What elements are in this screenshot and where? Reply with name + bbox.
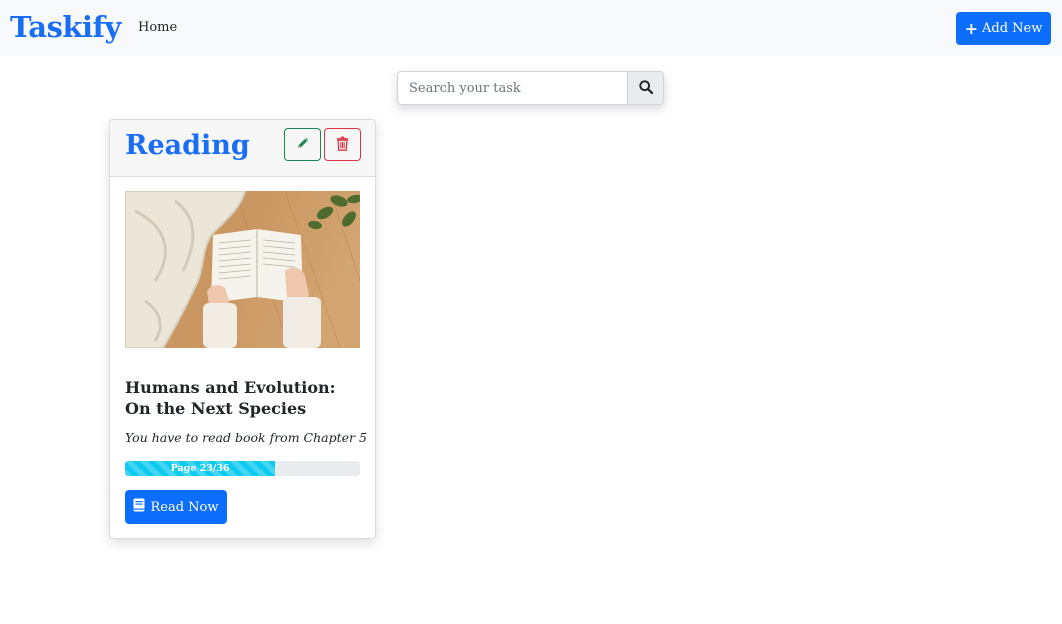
search-input[interactable] — [397, 71, 627, 105]
book-photo — [125, 191, 360, 348]
navbar: Taskify Home + Add New — [0, 0, 1062, 56]
task-card: Reading Humans and Evolution: On the Nex… — [109, 119, 376, 539]
task-description: You have to read book from Chapter 5 — [125, 430, 367, 445]
nav-link-home[interactable]: Home — [138, 19, 177, 37]
book-title: Humans and Evolution: On the Next Specie… — [125, 378, 336, 418]
search-button[interactable] — [627, 71, 664, 105]
trash-icon — [336, 136, 349, 154]
card-category-title: Reading — [125, 130, 250, 161]
progress-bar-fill: Page 23/36 — [125, 461, 276, 476]
pencil-icon — [296, 136, 310, 153]
progress-label: Page 23/36 — [170, 463, 230, 474]
read-now-button[interactable]: Read Now — [125, 490, 227, 524]
reading-progress: Page 23/36 — [125, 461, 360, 476]
book-icon — [133, 498, 145, 516]
edit-button[interactable] — [284, 128, 321, 161]
read-now-label: Read Now — [150, 499, 219, 515]
plus-icon: + — [964, 18, 979, 38]
add-new-button[interactable]: + Add New — [956, 12, 1051, 45]
add-new-label: Add New — [982, 21, 1043, 36]
brand-logo[interactable]: Taskify — [10, 8, 121, 46]
card-header: Reading — [110, 120, 375, 177]
search-group — [397, 71, 664, 105]
search-icon — [638, 79, 653, 97]
delete-button[interactable] — [324, 128, 361, 161]
